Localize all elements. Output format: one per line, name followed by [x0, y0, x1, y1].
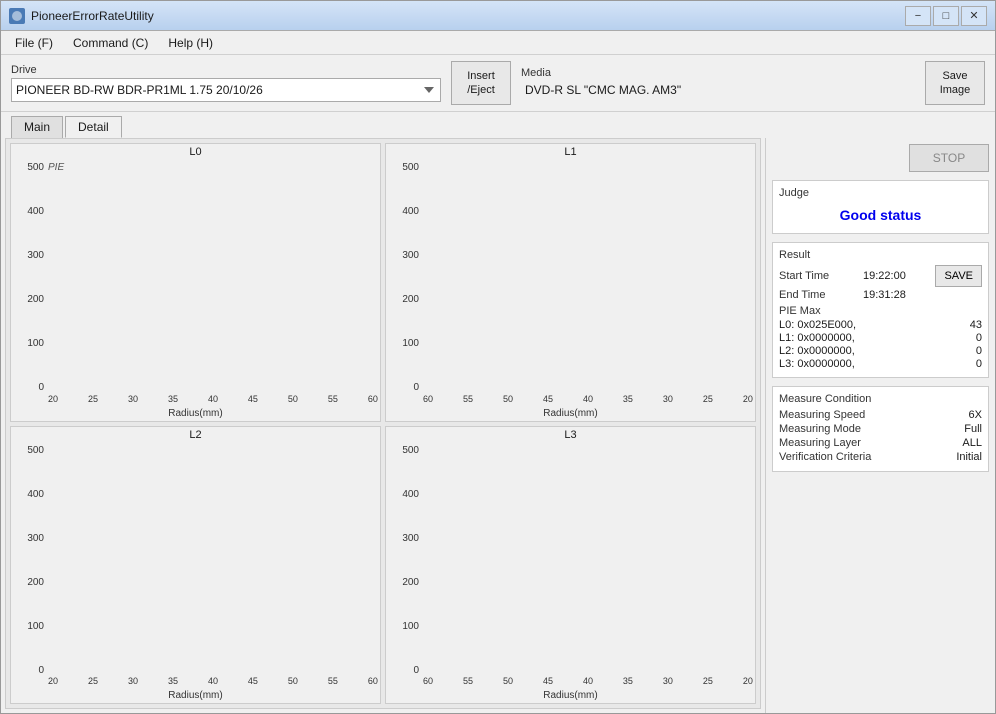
pie-max-section: PIE Max L0: 0x025E000, 43 L1: 0x0000000,… [779, 305, 982, 370]
measuring-speed-label: Measuring Speed [779, 409, 865, 421]
drive-section: Drive PIONEER BD-RW BDR-PR1ML 1.75 20/10… [11, 64, 441, 102]
pie-max-l2-row: L2: 0x0000000, 0 [779, 345, 982, 357]
menu-bar: File (F) Command (C) Help (H) [1, 31, 995, 55]
pie-max-l0-row: L0: 0x025E000, 43 [779, 319, 982, 331]
minimize-button[interactable]: − [905, 6, 931, 26]
main-window: PioneerErrorRateUtility − □ ✕ File (F) C… [0, 0, 996, 714]
chart-l3-title: L3 [386, 427, 755, 443]
verification-criteria-value: Initial [956, 451, 982, 463]
chart-l2-xaxis: 20 25 30 35 40 45 50 55 60 [46, 676, 380, 690]
chart-l1-xlabel: Radius(mm) [386, 408, 755, 421]
measuring-speed-row: Measuring Speed 6X [779, 409, 982, 421]
save-button[interactable]: SAVE [935, 265, 982, 287]
measuring-mode-label: Measuring Mode [779, 423, 861, 435]
tab-detail[interactable]: Detail [65, 116, 122, 138]
pie-max-l0-value: 43 [970, 319, 982, 331]
pie-max-l1-row: L1: 0x0000000, 0 [779, 332, 982, 344]
pie-max-l2-label: L2: 0x0000000, [779, 345, 855, 357]
measuring-layer-value: ALL [962, 437, 982, 449]
pie-max-l2-value: 0 [976, 345, 982, 357]
title-bar-buttons: − □ ✕ [905, 6, 987, 26]
verification-criteria-row: Verification Criteria Initial [779, 451, 982, 463]
end-time-label: End Time [779, 289, 859, 301]
pie-max-l3-label: L3: 0x0000000, [779, 358, 855, 370]
save-image-button[interactable]: SaveImage [925, 61, 985, 105]
charts-area: L0 500 400 300 200 100 0 PIE [5, 138, 761, 709]
start-time-label: Start Time [779, 270, 859, 282]
start-time-value: 19:22:00 [863, 270, 935, 282]
insert-eject-button[interactable]: Insert/Eject [451, 61, 511, 105]
menu-file[interactable]: File (F) [5, 31, 63, 54]
start-time-row: Start Time 19:22:00 SAVE [779, 265, 982, 287]
good-status: Good status [779, 203, 982, 227]
measure-section: Measure Condition Measuring Speed 6X Mea… [772, 386, 989, 472]
chart-l3-yaxis: 500 400 300 200 100 0 [386, 443, 421, 691]
end-time-row: End Time 19:31:28 [779, 289, 982, 301]
chart-l3-inner: 500 400 300 200 100 0 [386, 443, 755, 691]
chart-l0-yaxis: 500 400 300 200 100 0 [11, 160, 46, 408]
result-label: Result [779, 249, 982, 261]
chart-l0-xaxis: 20 25 30 35 40 45 50 55 60 [46, 394, 380, 408]
media-label: Media [521, 67, 915, 79]
chart-l3-xaxis: 60 55 50 45 40 35 30 25 20 [421, 676, 755, 690]
chart-l1-inner: 500 400 300 200 100 0 [386, 160, 755, 408]
close-button[interactable]: ✕ [961, 6, 987, 26]
chart-l1-yaxis: 500 400 300 200 100 0 [386, 160, 421, 408]
pie-max-l3-row: L3: 0x0000000, 0 [779, 358, 982, 370]
measuring-speed-value: 6X [969, 409, 982, 421]
measuring-mode-row: Measuring Mode Full [779, 423, 982, 435]
media-value: DVD-R SL "CMC MAG. AM3" [521, 81, 915, 99]
toolbar: Drive PIONEER BD-RW BDR-PR1ML 1.75 20/10… [1, 55, 995, 112]
pie-max-label: PIE Max [779, 305, 982, 317]
media-section: Media DVD-R SL "CMC MAG. AM3" [521, 67, 915, 99]
chart-l0-xlabel: Radius(mm) [11, 408, 380, 421]
chart-l1-xaxis: 60 55 50 45 40 35 30 25 20 [421, 394, 755, 408]
chart-l1: L1 500 400 300 200 100 0 [385, 143, 756, 422]
measure-condition-label: Measure Condition [779, 393, 982, 405]
chart-l2: L2 500 400 300 200 100 0 [10, 426, 381, 705]
judge-label: Judge [779, 187, 982, 199]
chart-l3-xlabel: Radius(mm) [386, 690, 755, 703]
tabs-bar: Main Detail [1, 112, 995, 138]
content-area: L0 500 400 300 200 100 0 PIE [1, 138, 995, 713]
chart-l2-inner: 500 400 300 200 100 0 [11, 443, 380, 691]
end-time-value: 19:31:28 [863, 289, 982, 301]
title-bar-text: PioneerErrorRateUtility [31, 9, 905, 23]
menu-command[interactable]: Command (C) [63, 31, 158, 54]
chart-l3: L3 500 400 300 200 100 0 [385, 426, 756, 705]
drive-select[interactable]: PIONEER BD-RW BDR-PR1ML 1.75 20/10/26 [11, 78, 441, 102]
chart-l2-yaxis: 500 400 300 200 100 0 [11, 443, 46, 691]
chart-l0: L0 500 400 300 200 100 0 PIE [10, 143, 381, 422]
drive-label: Drive [11, 64, 441, 76]
title-bar: PioneerErrorRateUtility − □ ✕ [1, 1, 995, 31]
tab-main[interactable]: Main [11, 116, 63, 138]
sidebar: STOP Judge Good status Result Start Time… [765, 138, 995, 713]
chart-l2-title: L2 [11, 427, 380, 443]
measuring-layer-label: Measuring Layer [779, 437, 861, 449]
measuring-mode-value: Full [964, 423, 982, 435]
chart-l0-inner: 500 400 300 200 100 0 PIE [11, 160, 380, 408]
result-section: Result Start Time 19:22:00 SAVE End Time… [772, 242, 989, 378]
menu-help[interactable]: Help (H) [158, 31, 223, 54]
chart-l0-title: L0 [11, 144, 380, 160]
pie-max-l1-value: 0 [976, 332, 982, 344]
measuring-layer-row: Measuring Layer ALL [779, 437, 982, 449]
pie-label: PIE [48, 162, 64, 173]
judge-section: Judge Good status [772, 180, 989, 234]
maximize-button[interactable]: □ [933, 6, 959, 26]
stop-button[interactable]: STOP [909, 144, 989, 172]
pie-max-l0-label: L0: 0x025E000, [779, 319, 856, 331]
chart-l1-title: L1 [386, 144, 755, 160]
chart-l2-xlabel: Radius(mm) [11, 690, 380, 703]
pie-max-l1-label: L1: 0x0000000, [779, 332, 855, 344]
pie-max-l3-value: 0 [976, 358, 982, 370]
app-icon [9, 8, 25, 24]
verification-criteria-label: Verification Criteria [779, 451, 871, 463]
